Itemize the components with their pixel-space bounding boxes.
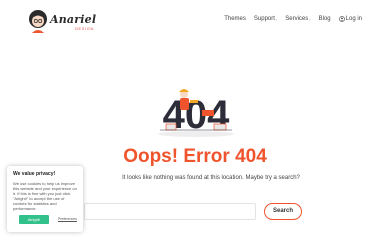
nav-item-label: Services xyxy=(285,16,309,22)
logo-name: Anariel xyxy=(50,13,97,26)
nav-item-label: Support xyxy=(253,16,275,22)
user-icon xyxy=(338,16,345,22)
nav-item-blog[interactable]: Blog xyxy=(319,16,331,22)
search-button[interactable]: Search xyxy=(264,203,302,220)
cookie-preferences-link[interactable]: Preferences xyxy=(58,217,77,221)
avatar-icon xyxy=(29,10,47,33)
chevron-right-icon: › xyxy=(309,16,311,22)
error-title: Oops! Error 404 xyxy=(123,146,267,167)
cookie-consent-panel: We value privacy! We use cookies to help… xyxy=(7,166,83,232)
search-input[interactable] xyxy=(84,203,256,220)
login-label: Log in xyxy=(345,16,362,22)
cookie-accept-button[interactable]: Alright! xyxy=(19,215,49,224)
nav-item-label: Themes xyxy=(224,16,246,22)
404-illustration-icon: 404 xyxy=(158,89,234,137)
cookie-text: We use cookies to help us improve this w… xyxy=(13,181,77,211)
cookie-title: We value privacy! xyxy=(13,171,56,177)
nav-item-support[interactable]: Support › xyxy=(254,16,277,22)
site-logo[interactable]: Anariel DESIGN xyxy=(28,9,118,35)
nav-item-themes[interactable]: Themes xyxy=(224,16,246,22)
logo-subtitle: DESIGN xyxy=(75,26,94,31)
illustration-404-text: 404 xyxy=(163,93,230,137)
nav-item-label: Blog xyxy=(318,16,331,22)
nav-item-services[interactable]: Services › xyxy=(285,16,310,22)
chevron-right-icon: › xyxy=(275,16,278,22)
nav-item-login[interactable]: Log in xyxy=(338,16,362,22)
main-nav: Themes Support › Services › Blog Log in xyxy=(224,16,362,22)
site-header: Anariel DESIGN Themes Support › Services ›… xyxy=(0,0,390,44)
